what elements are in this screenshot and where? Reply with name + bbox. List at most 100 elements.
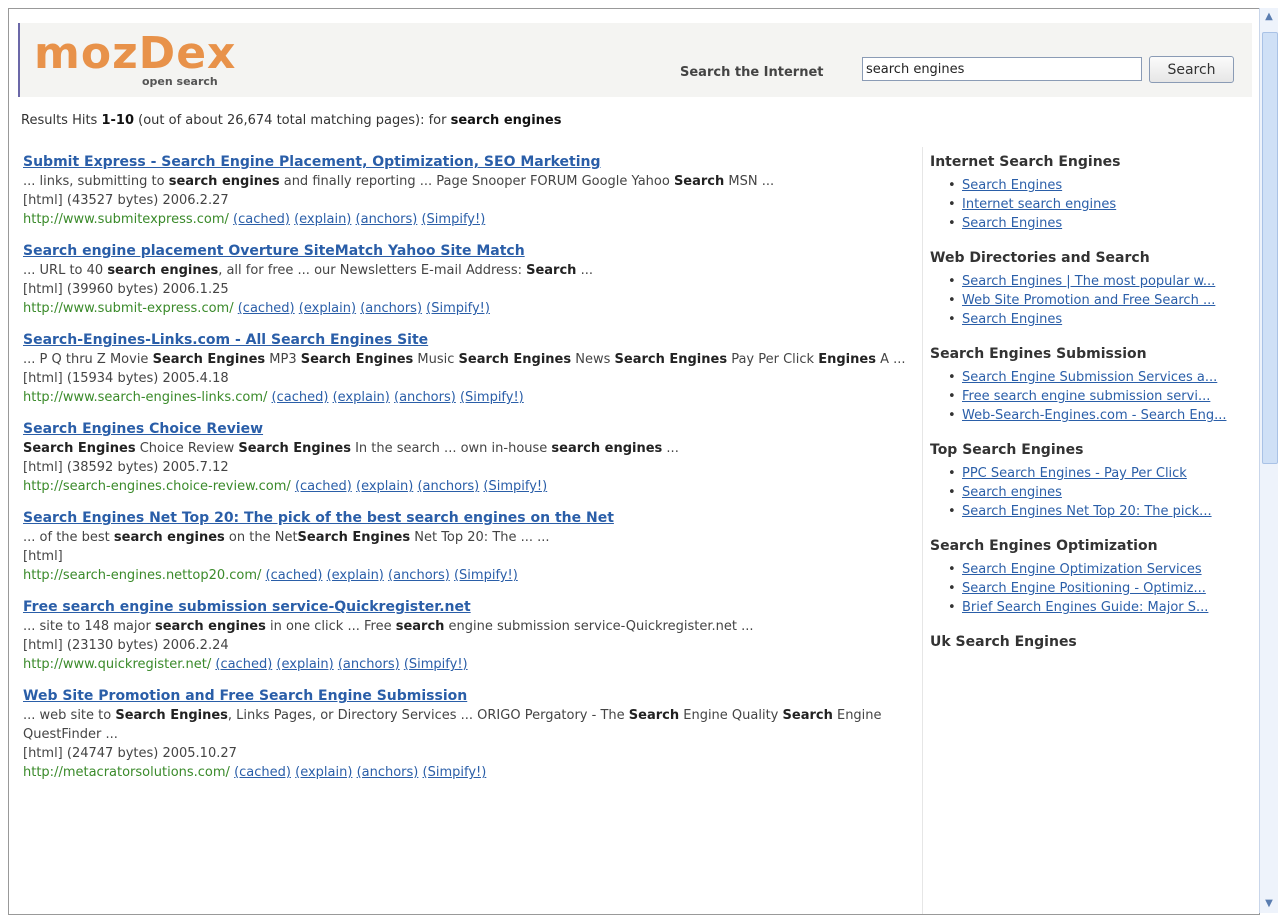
result-explain-link[interactable]: (explain): [294, 212, 351, 227]
sidebar-link[interactable]: Search engines: [948, 484, 1230, 502]
result-simpify-link[interactable]: (Simpify!): [454, 568, 518, 583]
result-simpify-link[interactable]: (Simpify!): [404, 657, 468, 672]
column-divider: [922, 147, 923, 914]
sidebar-heading: Uk Search Engines: [930, 634, 1077, 650]
result-title-link[interactable]: Web Site Promotion and Free Search Engin…: [23, 687, 913, 706]
result-links: http://search-engines.nettop20.com/ (cac…: [23, 566, 913, 585]
sidebar-link[interactable]: PPC Search Engines - Pay Per Click: [948, 465, 1230, 483]
result-title-link[interactable]: Search Engines Net Top 20: The pick of t…: [23, 509, 913, 528]
snippet-text: Pay Per Click: [727, 352, 819, 367]
result-title-link[interactable]: Search-Engines-Links.com - All Search En…: [23, 331, 913, 350]
result-anchors-link[interactable]: (anchors): [356, 212, 418, 227]
result-explain-link[interactable]: (explain): [295, 765, 352, 780]
result-title-link[interactable]: Free search engine submission service-Qu…: [23, 598, 913, 617]
result-cached-link[interactable]: (cached): [234, 765, 291, 780]
result-links: http://www.submit-express.com/ (cached) …: [23, 299, 913, 318]
results-summary: Results Hits 1-10 (out of about 26,674 t…: [21, 113, 561, 128]
result-snippet: ... site to 148 major search engines in …: [23, 617, 913, 636]
sidebar-link[interactable]: Search Engine Optimization Services: [948, 561, 1230, 579]
result-explain-link[interactable]: (explain): [327, 568, 384, 583]
sidebar-link[interactable]: Web Site Promotion and Free Search ...: [948, 292, 1230, 310]
result-item: Search Engines Net Top 20: The pick of t…: [23, 509, 913, 585]
result-title-link[interactable]: Search engine placement Overture SiteMat…: [23, 242, 913, 261]
snippet-text: Net Top 20: The ... ...: [410, 530, 550, 545]
sidebar-section: Top Search Engines PPC Search Engines - P…: [930, 441, 1230, 521]
snippet-highlight: Search Engines: [297, 530, 411, 545]
snippet-text: MP3: [265, 352, 301, 367]
result-anchors-link[interactable]: (anchors): [360, 301, 422, 316]
result-explain-link[interactable]: (explain): [356, 479, 413, 494]
result-anchors-link[interactable]: (anchors): [338, 657, 400, 672]
snippet-highlight: Search: [782, 708, 833, 723]
result-anchors-link[interactable]: (anchors): [388, 568, 450, 583]
sidebar-heading: Web Directories and Search: [930, 250, 1150, 266]
snippet-text: engine submission service-Quickregister.…: [444, 619, 754, 634]
result-cached-link[interactable]: (cached): [238, 301, 295, 316]
sidebar-link[interactable]: Search Engines | The most popular w...: [948, 273, 1230, 291]
result-simpify-link[interactable]: (Simpify!): [421, 212, 485, 227]
sidebar-link[interactable]: Search Engines: [948, 215, 1230, 233]
result-title-link[interactable]: Search Engines Choice Review: [23, 420, 913, 439]
result-cached-link[interactable]: (cached): [233, 212, 290, 227]
snippet-text: In the search ... own in-house: [350, 441, 552, 456]
result-links: http://www.quickregister.net/ (cached) (…: [23, 655, 913, 674]
result-anchors-link[interactable]: (anchors): [357, 765, 419, 780]
related-categories-sidebar: Internet Search EnginesSearch EnginesInt…: [930, 153, 1230, 667]
logo-tagline: open search: [142, 75, 218, 88]
search-input[interactable]: [862, 57, 1142, 81]
sidebar-link[interactable]: Search Engines Net Top 20: The pick...: [948, 503, 1230, 521]
result-meta: [html] (38592 bytes) 2005.7.12: [23, 460, 229, 475]
result-simpify-link[interactable]: (Simpify!): [426, 301, 490, 316]
result-simpify-link[interactable]: (Simpify!): [423, 765, 487, 780]
snippet-highlight: Search: [526, 263, 577, 278]
sidebar-link[interactable]: Internet search engines: [948, 196, 1230, 214]
result-cached-link[interactable]: (cached): [295, 479, 352, 494]
result-url: http://www.search-engines-links.com/: [23, 390, 268, 405]
result-explain-link[interactable]: (explain): [333, 390, 390, 405]
sidebar-list: Search Engine Submission Services a...Fr…: [930, 369, 1230, 425]
mozdex-logo[interactable]: mozDex: [34, 29, 236, 79]
snippet-highlight: Search Engines: [300, 352, 414, 367]
snippet-highlight: Search Engines: [458, 352, 572, 367]
sidebar-link[interactable]: Web-Search-Engines.com - Search Eng...: [948, 407, 1230, 425]
snippet-text: Choice Review: [135, 441, 239, 456]
sidebar-link[interactable]: Search Engine Submission Services a...: [948, 369, 1230, 387]
result-simpify-link[interactable]: (Simpify!): [460, 390, 524, 405]
result-item: Search Engines Choice Review Search Engin…: [23, 420, 913, 496]
scroll-up-arrow-icon[interactable]: ▲: [1260, 8, 1278, 26]
snippet-text: MSN ...: [724, 174, 775, 189]
sidebar-section: Uk Search Engines: [930, 633, 1230, 651]
result-cached-link[interactable]: (cached): [215, 657, 272, 672]
result-links: http://www.search-engines-links.com/ (ca…: [23, 388, 913, 407]
sidebar-link[interactable]: Brief Search Engines Guide: Major S...: [948, 599, 1230, 617]
result-anchors-link[interactable]: (anchors): [417, 479, 479, 494]
search-button[interactable]: Search: [1149, 56, 1234, 83]
result-meta: [html] (23130 bytes) 2006.2.24: [23, 638, 229, 653]
result-explain-link[interactable]: (explain): [299, 301, 356, 316]
scroll-down-arrow-icon[interactable]: ▼: [1260, 895, 1278, 913]
sidebar-link[interactable]: Search Engines: [948, 177, 1230, 195]
result-explain-link[interactable]: (explain): [276, 657, 333, 672]
sidebar-link[interactable]: Search Engines: [948, 311, 1230, 329]
result-url: http://www.submit-express.com/: [23, 301, 234, 316]
sidebar-section: Search Engines Submission Search Engine S…: [930, 345, 1230, 425]
result-links: http://search-engines.choice-review.com/…: [23, 477, 913, 496]
snippet-text: Engine Quality: [679, 708, 783, 723]
snippet-text: , all for free ... our Newsletters E-mai…: [218, 263, 527, 278]
snippet-text: ...: [662, 441, 679, 456]
result-anchors-link[interactable]: (anchors): [394, 390, 456, 405]
snippet-highlight: search engines: [551, 441, 663, 456]
result-simpify-link[interactable]: (Simpify!): [483, 479, 547, 494]
result-url: http://search-engines.choice-review.com/: [23, 479, 291, 494]
result-cached-link[interactable]: (cached): [272, 390, 329, 405]
sidebar-link[interactable]: Free search engine submission servi...: [948, 388, 1230, 406]
scrollbar-thumb[interactable]: [1262, 32, 1278, 464]
vertical-scrollbar[interactable]: ▲ ▼: [1259, 8, 1278, 913]
snippet-highlight: Search Engines: [152, 352, 266, 367]
result-cached-link[interactable]: (cached): [266, 568, 323, 583]
result-links: http://www.submitexpress.com/ (cached) (…: [23, 210, 913, 229]
snippet-text: Music: [413, 352, 459, 367]
result-title-link[interactable]: Submit Express - Search Engine Placement…: [23, 153, 913, 172]
snippet-highlight: Search Engines: [23, 441, 136, 456]
sidebar-link[interactable]: Search Engine Positioning - Optimiz...: [948, 580, 1230, 598]
